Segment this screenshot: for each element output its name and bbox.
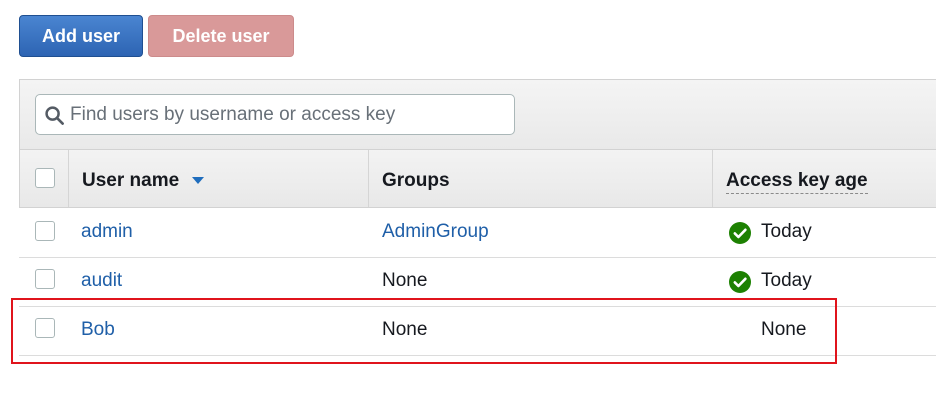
delete-user-button[interactable]: Delete user [148,15,294,57]
select-all-checkbox[interactable] [35,168,55,188]
column-header-groups[interactable]: Groups [382,170,450,192]
access-key-age-value: Today [761,221,812,242]
row-highlight-box [11,298,837,364]
search-box[interactable] [35,94,515,135]
username-link[interactable]: audit [81,270,122,292]
row-select-checkbox[interactable] [35,269,55,289]
sort-desc-icon[interactable] [192,177,204,184]
username-link[interactable]: admin [81,221,133,243]
column-divider [712,150,713,207]
table-row: admin AdminGroup Today [19,208,936,258]
column-header-access-key-age[interactable]: Access key age [726,170,868,194]
search-input[interactable] [70,95,500,134]
add-user-button[interactable]: Add user [19,15,143,57]
column-divider [68,150,69,207]
column-divider [368,150,369,207]
column-header-username[interactable]: User name [82,170,179,192]
access-key-age-value: Today [761,270,812,291]
row-select-checkbox[interactable] [35,221,55,241]
groups-value: None [382,270,428,291]
group-link[interactable]: AdminGroup [382,221,489,243]
check-circle-icon [729,222,751,244]
search-icon [45,106,64,125]
check-circle-icon [729,271,751,293]
